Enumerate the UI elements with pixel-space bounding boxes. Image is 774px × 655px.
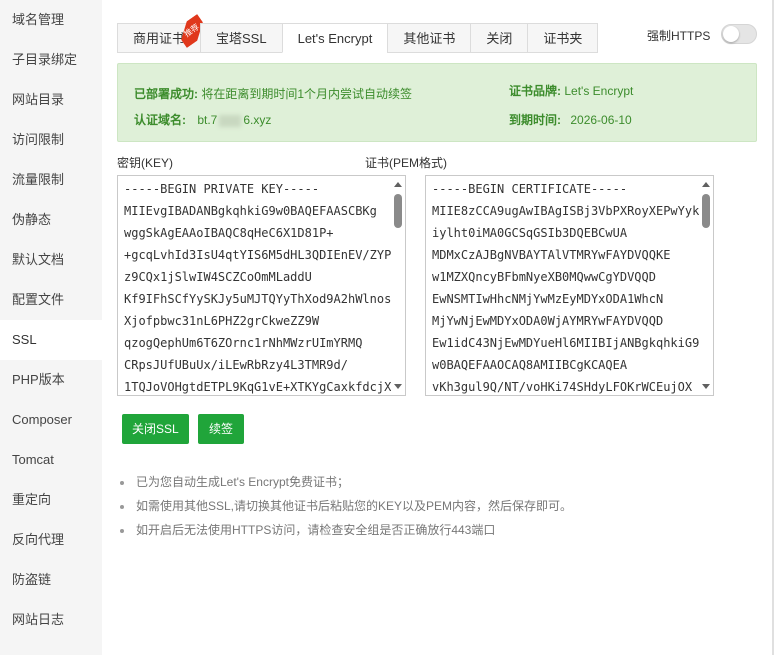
sidebar-item-composer[interactable]: Composer	[0, 400, 102, 440]
sidebar-item-default-doc[interactable]: 默认文档	[0, 240, 102, 280]
force-https-toggle[interactable]	[721, 24, 757, 44]
redacted-text	[219, 114, 242, 127]
sidebar-item-tomcat[interactable]: Tomcat	[0, 440, 102, 480]
tab-label: 商用证书	[133, 31, 186, 46]
private-key-content: -----BEGIN PRIVATE KEY----- MIIEvgIBADAN…	[124, 182, 399, 394]
tab-commercial-cert[interactable]: 商用证书 推荐	[117, 23, 201, 53]
tab-close[interactable]: 关闭	[470, 23, 529, 53]
sidebar-item-site-directory[interactable]: 网站目录	[0, 80, 102, 120]
tab-cert-folder[interactable]: 证书夹	[527, 23, 599, 53]
tab-baota-ssl[interactable]: 宝塔SSL	[200, 23, 283, 53]
cert-domain: 认证域名: bt.7 6.xyz	[134, 113, 272, 127]
sidebar-item-domain[interactable]: 域名管理	[0, 0, 102, 40]
sidebar-item-hotlink-protection[interactable]: 防盗链	[0, 560, 102, 600]
toggle-knob	[723, 26, 739, 42]
scroll-thumb[interactable]	[394, 194, 402, 228]
notes-list: 已为您自动生成Let's Encrypt免费证书； 如需使用其他SSL,请切换其…	[120, 470, 572, 542]
ssl-panel: 商用证书 推荐 宝塔SSL Let's Encrypt 其他证书 关闭 证书夹 …	[102, 0, 774, 655]
sidebar-item-redirect[interactable]: 重定向	[0, 480, 102, 520]
note-item: 已为您自动生成Let's Encrypt免费证书；	[120, 470, 572, 494]
sidebar-item-reverse-proxy[interactable]: 反向代理	[0, 520, 102, 560]
sidebar-item-access-limit[interactable]: 访问限制	[0, 120, 102, 160]
sidebar: 域名管理 子目录绑定 网站目录 访问限制 流量限制 伪静态 默认文档 配置文件 …	[0, 0, 102, 655]
certificate-scrollbar[interactable]	[699, 176, 713, 395]
tab-other-cert[interactable]: 其他证书	[387, 23, 472, 53]
private-key-textarea[interactable]: -----BEGIN PRIVATE KEY----- MIIEvgIBADAN…	[117, 175, 406, 396]
sidebar-item-subdir-binding[interactable]: 子目录绑定	[0, 40, 102, 80]
scroll-down-arrow-icon[interactable]	[702, 384, 710, 389]
force-https-label: 强制HTTPS	[647, 29, 711, 43]
cert-brand: 证书品牌: Let's Encrypt	[509, 84, 634, 98]
ssl-tabs: 商用证书 推荐 宝塔SSL Let's Encrypt 其他证书 关闭 证书夹	[117, 23, 599, 53]
cert-label: 证书(PEM格式)	[365, 156, 447, 170]
private-key-scrollbar[interactable]	[391, 176, 405, 395]
sidebar-item-site-log[interactable]: 网站日志	[0, 600, 102, 640]
scroll-thumb[interactable]	[702, 194, 710, 228]
note-item: 如开启后无法使用HTTPS访问，请检查安全组是否正确放行443端口	[120, 518, 572, 542]
cert-status-box: 已部署成功: 将在距离到期时间1个月内尝试自动续签 认证域名: bt.7 6.xy…	[117, 63, 757, 142]
note-item: 如需使用其他SSL,请切换其他证书后粘贴您的KEY以及PEM内容，然后保存即可。	[120, 494, 572, 518]
close-ssl-button[interactable]: 关闭SSL	[122, 414, 189, 444]
sidebar-item-php-version[interactable]: PHP版本	[0, 360, 102, 400]
sidebar-item-ssl[interactable]: SSL	[0, 320, 102, 360]
certificate-content: -----BEGIN CERTIFICATE----- MIIE8zCCA9ug…	[432, 182, 700, 394]
scroll-down-arrow-icon[interactable]	[394, 384, 402, 389]
cert-expire: 到期时间: 2026-06-10	[509, 113, 632, 127]
scroll-up-arrow-icon[interactable]	[394, 182, 402, 187]
scroll-up-arrow-icon[interactable]	[702, 182, 710, 187]
renew-button[interactable]: 续签	[198, 414, 245, 444]
sidebar-item-rewrite[interactable]: 伪静态	[0, 200, 102, 240]
deploy-status: 已部署成功: 将在距离到期时间1个月内尝试自动续签	[134, 87, 413, 101]
tab-lets-encrypt[interactable]: Let's Encrypt	[281, 23, 389, 53]
sidebar-item-traffic-limit[interactable]: 流量限制	[0, 160, 102, 200]
key-label: 密钥(KEY)	[117, 156, 174, 170]
certificate-textarea[interactable]: -----BEGIN CERTIFICATE----- MIIE8zCCA9ug…	[425, 175, 714, 396]
sidebar-item-config-file[interactable]: 配置文件	[0, 280, 102, 320]
